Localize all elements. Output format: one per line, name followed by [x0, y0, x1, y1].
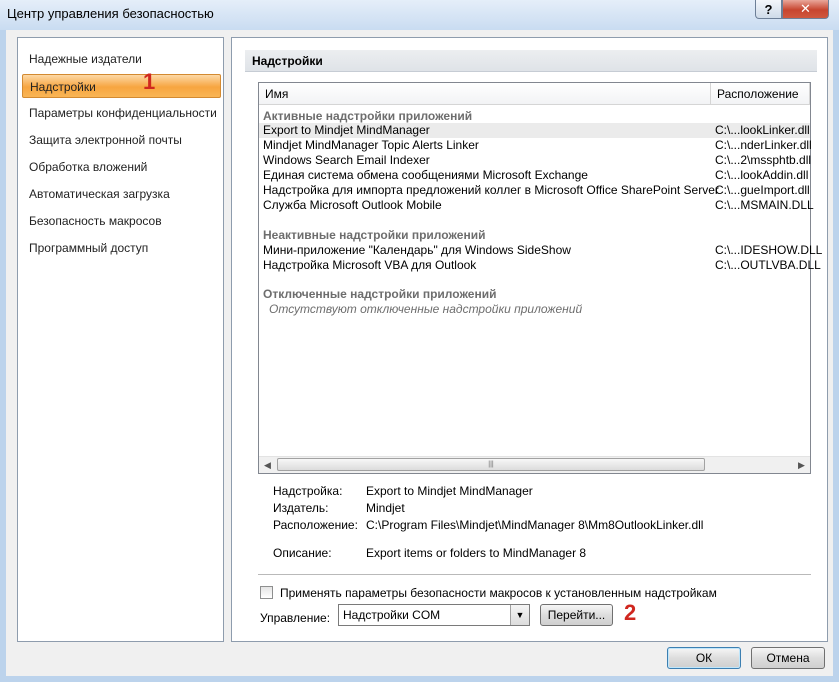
- addins-list[interactable]: Имя Расположение Активные надстройки при…: [258, 82, 822, 474]
- addin-name: Export to Mindjet MindManager: [263, 123, 430, 137]
- sidebar-item-privacy-options[interactable]: Параметры конфиденциальности: [22, 101, 221, 125]
- macro-security-checkbox-label[interactable]: Применять параметры безопасности макросо…: [280, 586, 717, 600]
- table-row[interactable]: Надстройка для импорта предложений колле…: [259, 183, 810, 198]
- help-button[interactable]: ?: [755, 0, 782, 19]
- sidebar-item-label: Программный доступ: [29, 241, 149, 255]
- detail-addin-label: Надстройка:: [273, 484, 343, 498]
- manage-select[interactable]: Надстройки COM ▼: [338, 604, 530, 626]
- manage-select-value: Надстройки COM: [343, 608, 441, 622]
- table-row[interactable]: Единая система обмена сообщениями Micros…: [259, 168, 810, 183]
- column-header-name[interactable]: Имя: [259, 83, 711, 105]
- table-row[interactable]: Windows Search Email Indexer C:\...2\mss…: [259, 153, 812, 168]
- sidebar-item-addins[interactable]: Надстройки: [22, 74, 221, 98]
- addin-location: C:\...2\mssphtb.dll: [715, 153, 812, 167]
- sidebar-item-email-security[interactable]: Защита электронной почты: [22, 128, 221, 152]
- column-header-label: Расположение: [717, 87, 799, 101]
- sidebar-nav: Надежные издатели Надстройки Параметры к…: [17, 37, 224, 642]
- addin-name: Единая система обмена сообщениями Micros…: [263, 168, 588, 182]
- addin-location: C:\...IDESHOW.DLL: [715, 243, 823, 257]
- sidebar-item-label: Автоматическая загрузка: [29, 187, 170, 201]
- manage-label: Управление:: [260, 611, 331, 625]
- ok-button-label: ОК: [695, 651, 713, 665]
- table-row[interactable]: Мини-приложение "Календарь" для Windows …: [259, 243, 822, 258]
- column-header-location[interactable]: Расположение: [711, 83, 810, 105]
- addin-name: Надстройка для импорта предложений колле…: [263, 183, 719, 197]
- chevron-down-icon[interactable]: ▼: [510, 605, 529, 625]
- addin-name: Служба Microsoft Outlook Mobile: [263, 198, 442, 212]
- dialog-client: Надежные издатели Надстройки Параметры к…: [6, 30, 833, 676]
- grip-icon: |||: [488, 461, 494, 468]
- table-row[interactable]: Служба Microsoft Outlook Mobile C:\...MS…: [259, 198, 814, 213]
- sidebar-item-macro-security[interactable]: Безопасность макросов: [22, 209, 221, 233]
- title-bar[interactable]: Центр управления безопасностью ? ✕: [0, 0, 839, 30]
- detail-description-value: Export items or folders to MindManager 8: [366, 546, 587, 560]
- sidebar-item-label: Параметры конфиденциальности: [29, 106, 217, 120]
- sidebar-item-attachment-handling[interactable]: Обработка вложений: [22, 155, 221, 179]
- help-icon: ?: [764, 1, 773, 17]
- section-title: Надстройки: [245, 50, 817, 72]
- sidebar-item-trusted-publishers[interactable]: Надежные издатели: [22, 47, 221, 71]
- sidebar-item-label: Безопасность макросов: [29, 214, 162, 228]
- annotation-marker-2: 2: [624, 600, 637, 625]
- addin-name: Mindjet MindManager Topic Alerts Linker: [263, 138, 479, 152]
- scroll-thumb[interactable]: |||: [277, 458, 705, 471]
- table-row[interactable]: Надстройка Microsoft VBA для Outlook C:\…: [259, 258, 821, 273]
- trust-center-window: Центр управления безопасностью ? ✕ Надеж…: [0, 0, 839, 682]
- addin-name: Мини-приложение "Календарь" для Windows …: [263, 243, 571, 257]
- addin-name: Windows Search Email Indexer: [263, 153, 430, 167]
- cancel-button-label: Отмена: [766, 651, 810, 665]
- goto-button[interactable]: Перейти...: [540, 604, 613, 626]
- empty-list-note: Отсутствуют отключенные надстройки прило…: [269, 302, 583, 316]
- column-header-label: Имя: [265, 87, 289, 101]
- addin-location: C:\...gueImport.dll: [715, 183, 810, 197]
- macro-security-checkbox[interactable]: [260, 586, 273, 599]
- scroll-right-icon[interactable]: ▶: [793, 457, 810, 473]
- group-title-inactive: Неактивные надстройки приложений: [263, 228, 486, 242]
- addin-name: Надстройка Microsoft VBA для Outlook: [263, 258, 477, 272]
- sidebar-item-label: Надстройки: [30, 80, 96, 94]
- detail-location-label: Расположение:: [273, 518, 358, 532]
- annotation-marker-1: 1: [143, 69, 156, 94]
- detail-publisher-value: Mindjet: [366, 501, 405, 515]
- goto-button-label: Перейти...: [547, 608, 606, 622]
- addin-location: C:\...OUTLVBA.DLL: [715, 258, 821, 272]
- detail-description-label: Описание:: [273, 546, 332, 560]
- sidebar-item-label: Обработка вложений: [29, 160, 148, 174]
- sidebar-item-automatic-download[interactable]: Автоматическая загрузка: [22, 182, 221, 206]
- window-title: Центр управления безопасностью: [7, 6, 214, 21]
- main-panel: Надстройки Имя Расположение Активные над…: [231, 37, 828, 642]
- table-row[interactable]: Export to Mindjet MindManager C:\...look…: [259, 123, 810, 138]
- sidebar-item-label: Надежные издатели: [29, 52, 142, 66]
- sidebar-item-label: Защита электронной почты: [29, 133, 182, 147]
- close-icon: ✕: [800, 1, 811, 16]
- addin-location: C:\...nderLinker.dll: [715, 138, 812, 152]
- addin-location: C:\...MSMAIN.DLL: [715, 198, 814, 212]
- group-title-active: Активные надстройки приложений: [263, 109, 473, 123]
- horizontal-scrollbar[interactable]: ◀ ||| ▶: [259, 456, 810, 473]
- addin-location: C:\...lookAddin.dll: [715, 168, 809, 182]
- addin-location: C:\...lookLinker.dll: [715, 123, 810, 137]
- sidebar-item-programmatic-access[interactable]: Программный доступ: [22, 236, 221, 260]
- table-row[interactable]: Mindjet MindManager Topic Alerts Linker …: [259, 138, 812, 153]
- detail-addin-value: Export to Mindjet MindManager: [366, 484, 533, 498]
- close-button[interactable]: ✕: [782, 0, 829, 19]
- scroll-left-icon[interactable]: ◀: [259, 457, 276, 473]
- ok-button[interactable]: ОК: [667, 647, 741, 669]
- cancel-button[interactable]: Отмена: [751, 647, 825, 669]
- detail-publisher-label: Издатель:: [273, 501, 329, 515]
- detail-location-value: C:\Program Files\Mindjet\MindManager 8\M…: [366, 518, 704, 532]
- group-title-disabled: Отключенные надстройки приложений: [263, 287, 497, 301]
- divider: [258, 574, 811, 575]
